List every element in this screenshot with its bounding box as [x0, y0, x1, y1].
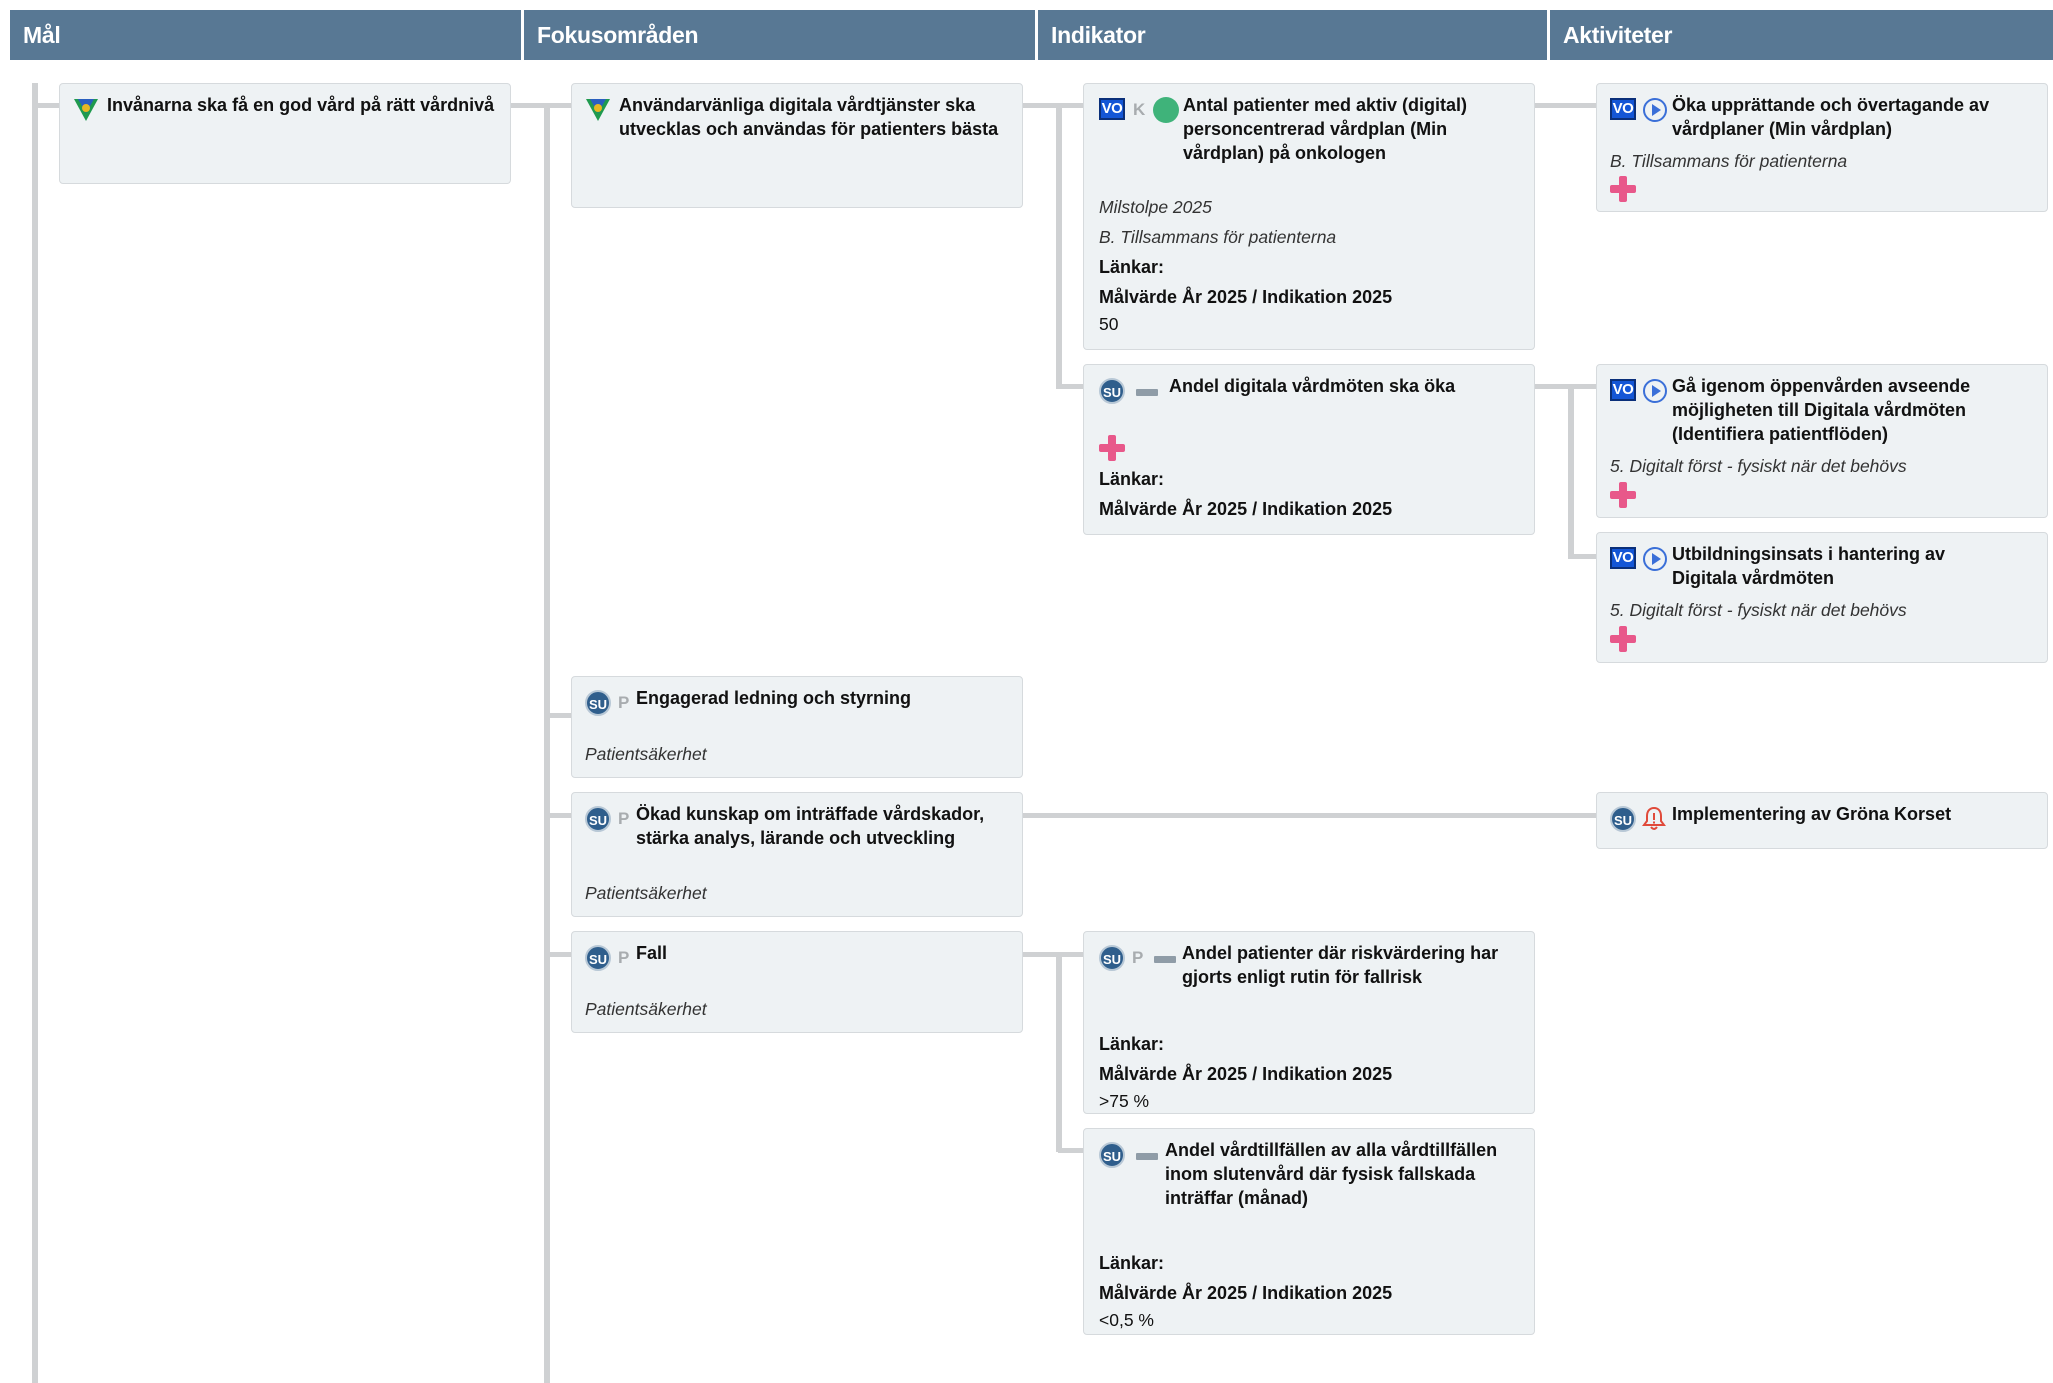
- links-label: Länkar:: [1099, 469, 1165, 489]
- activity-title: Gå igenom öppenvården avseende möjlighet…: [1672, 376, 1971, 444]
- indicator-title: Andel vårdtillfällen av alla vårdtillfäl…: [1165, 1140, 1498, 1208]
- focus-category: Patientsäkerhet: [585, 883, 707, 903]
- column-header-indikator: Indikator: [1038, 10, 1547, 60]
- type-letter: P: [1132, 948, 1144, 967]
- activity-card[interactable]: VO Öka upprättande och övertagande av vå…: [1596, 83, 2048, 212]
- connector-line: [548, 813, 572, 818]
- status-green-dot-icon: [1153, 97, 1179, 123]
- activity-card[interactable]: VO Utbildningsinsats i hantering av Digi…: [1596, 532, 2048, 663]
- su-badge-icon: SU: [585, 806, 611, 832]
- connector-line: [1533, 103, 1597, 108]
- region-logo-icon: [586, 99, 610, 121]
- links-label: Länkar:: [1099, 1253, 1165, 1273]
- status-dash-icon: [1136, 389, 1158, 396]
- play-circle-icon: [1643, 98, 1667, 122]
- connector-line: [1022, 103, 1084, 108]
- type-letter: P: [618, 948, 630, 967]
- focus-category: Patientsäkerhet: [585, 744, 707, 764]
- status-dash-icon: [1154, 956, 1176, 963]
- focus-card[interactable]: Användarvänliga digitala vårdtjänster sk…: [571, 83, 1023, 208]
- column-header-mal: Mål: [10, 10, 521, 60]
- su-badge-icon: SU: [1610, 806, 1636, 832]
- status-dash-icon: [1136, 1153, 1158, 1160]
- focus-card[interactable]: SU P Fall Patientsäkerhet: [571, 931, 1023, 1033]
- links-label: Länkar:: [1099, 1034, 1165, 1054]
- activity-title: Implementering av Gröna Korset: [1672, 804, 1952, 824]
- indicator-card[interactable]: SU Andel digitala vårdmöten ska öka Länk…: [1083, 364, 1535, 535]
- activity-title: Öka upprättande och övertagande av vårdp…: [1672, 95, 1990, 139]
- indicator-title: Andel digitala vårdmöten ska öka: [1169, 376, 1456, 396]
- target-value: <0,5 %: [1099, 1310, 1154, 1330]
- type-letter: P: [618, 693, 630, 712]
- connector-line: [1058, 384, 1084, 389]
- target-label: Målvärde År 2025 / Indikation 2025: [1099, 1064, 1393, 1084]
- su-badge-icon: SU: [1099, 945, 1125, 971]
- column-header-aktiviteter: Aktiviteter: [1550, 10, 2053, 60]
- goal-card[interactable]: Invånarna ska få en god vård på rätt vår…: [59, 83, 511, 184]
- activity-card[interactable]: VO Gå igenom öppenvården avseende möjlig…: [1596, 364, 2048, 518]
- su-badge-icon: SU: [1099, 378, 1125, 404]
- connector-line: [32, 103, 60, 108]
- play-circle-icon: [1643, 547, 1667, 571]
- indicator-title: Antal patienter med aktiv (digital) pers…: [1183, 95, 1468, 163]
- su-badge-icon: SU: [1099, 1142, 1125, 1168]
- connector-line: [1056, 103, 1062, 389]
- focus-title: Ökad kunskap om inträffade vårdskador, s…: [636, 804, 985, 848]
- target-value: >75 %: [1099, 1091, 1150, 1111]
- activity-category: 5. Digitalt först - fysiskt när det behö…: [1610, 456, 1907, 476]
- indicator-milestone: Milstolpe 2025: [1099, 197, 1212, 217]
- indicator-card[interactable]: SU P Andel patienter där riskvärdering h…: [1083, 931, 1535, 1114]
- target-label: Målvärde År 2025 / Indikation 2025: [1099, 287, 1393, 307]
- vo-badge-icon: VO: [1099, 98, 1125, 120]
- type-letter: P: [618, 809, 630, 828]
- activity-category: B. Tillsammans för patienterna: [1610, 151, 1848, 171]
- connector-line: [510, 103, 572, 108]
- indicator-title: Andel patienter där riskvärdering har gj…: [1182, 943, 1499, 987]
- add-plus-icon[interactable]: [1610, 176, 1636, 202]
- add-plus-icon[interactable]: [1610, 482, 1636, 508]
- connector-line: [1022, 952, 1084, 957]
- goal-title: Invånarna ska få en god vård på rätt vår…: [107, 95, 495, 115]
- connector-line: [1568, 384, 1574, 559]
- add-plus-icon[interactable]: [1610, 626, 1636, 652]
- connector-line: [548, 952, 572, 957]
- target-label: Målvärde År 2025 / Indikation 2025: [1099, 1283, 1393, 1303]
- alert-bell-icon: [1642, 806, 1666, 830]
- connector-line: [1533, 384, 1597, 389]
- su-badge-icon: SU: [585, 945, 611, 971]
- vo-badge-icon: VO: [1610, 98, 1636, 120]
- add-plus-icon[interactable]: [1099, 435, 1125, 461]
- type-letter: K: [1133, 100, 1146, 119]
- su-badge-icon: SU: [585, 690, 611, 716]
- activity-category: 5. Digitalt först - fysiskt när det behö…: [1610, 600, 1907, 620]
- connector-line: [544, 103, 550, 1383]
- links-label: Länkar:: [1099, 257, 1165, 277]
- target-value: 50: [1099, 314, 1119, 334]
- indicator-category: B. Tillsammans för patienterna: [1099, 227, 1337, 247]
- connector-line: [1022, 813, 1597, 818]
- vo-badge-icon: VO: [1610, 379, 1636, 401]
- region-logo-icon: [74, 99, 98, 121]
- connector-line: [32, 83, 38, 1383]
- activity-card[interactable]: SU Implementering av Gröna Korset: [1596, 792, 2048, 849]
- activity-title: Utbildningsinsats i hantering av Digital…: [1672, 544, 1946, 588]
- connector-line: [1058, 1148, 1084, 1153]
- focus-title: Engagerad ledning och styrning: [636, 688, 912, 708]
- column-header-fokusomraden: Fokusområden: [524, 10, 1035, 60]
- indicator-card[interactable]: VO K Antal patienter med aktiv (digital)…: [1083, 83, 1535, 350]
- connector-line: [548, 713, 572, 718]
- indicator-card[interactable]: SU Andel vårdtillfällen av alla vårdtill…: [1083, 1128, 1535, 1335]
- focus-title: Användarvänliga digitala vårdtjänster sk…: [619, 95, 999, 139]
- focus-category: Patientsäkerhet: [585, 999, 707, 1019]
- target-label: Målvärde År 2025 / Indikation 2025: [1099, 499, 1393, 519]
- play-circle-icon: [1643, 379, 1667, 403]
- focus-card[interactable]: SU P Ökad kunskap om inträffade vårdskad…: [571, 792, 1023, 917]
- connector-line: [1570, 554, 1597, 559]
- focus-card[interactable]: SU P Engagerad ledning och styrning Pati…: [571, 676, 1023, 778]
- connector-line: [1056, 952, 1062, 1152]
- vo-badge-icon: VO: [1610, 547, 1636, 569]
- focus-title: Fall: [636, 943, 668, 963]
